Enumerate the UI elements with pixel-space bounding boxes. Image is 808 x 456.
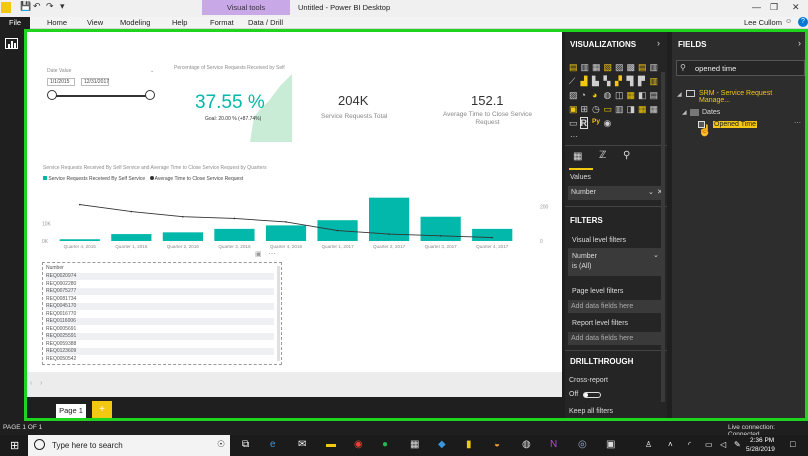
search-icon bbox=[34, 439, 45, 450]
power-bi-icon[interactable]: ▮ bbox=[466, 439, 472, 450]
volume-icon[interactable]: ◁ bbox=[720, 440, 726, 449]
app-icon[interactable]: ◍ bbox=[522, 439, 531, 450]
close-icon[interactable]: ✕ bbox=[792, 2, 800, 13]
dropdown-icon[interactable]: ▾ bbox=[60, 1, 65, 12]
tab-home[interactable]: Home bbox=[47, 17, 67, 29]
battery-icon[interactable]: ▭ bbox=[705, 440, 713, 449]
tab-data-drill[interactable]: Data / Drill bbox=[248, 17, 283, 29]
help-icon[interactable]: ? bbox=[798, 17, 808, 27]
save-icon[interactable]: 💾 bbox=[20, 1, 31, 12]
power-bi-window: 💾 ↶ ↷ ▾ Visual tools Untitled - Power BI… bbox=[0, 0, 808, 456]
app-icon[interactable]: ◎ bbox=[578, 439, 587, 450]
undo-icon[interactable]: ↶ bbox=[33, 1, 41, 12]
edge-icon[interactable]: e bbox=[270, 439, 276, 450]
mail-icon[interactable]: ✉ bbox=[298, 439, 306, 450]
app-logo-icon bbox=[1, 2, 11, 13]
app-icon[interactable]: ▣ bbox=[606, 439, 615, 450]
file-explorer-icon[interactable]: ▬ bbox=[326, 439, 336, 450]
title-bar: 💾 ↶ ↷ ▾ Visual tools Untitled - Power BI… bbox=[0, 0, 808, 17]
clock-date[interactable]: 5/28/2019 bbox=[746, 446, 775, 453]
window-title: Untitled - Power BI Desktop bbox=[298, 3, 391, 12]
user-name[interactable]: Lee Cullom bbox=[744, 18, 782, 27]
tab-view[interactable]: View bbox=[87, 17, 103, 29]
redo-icon[interactable]: ↷ bbox=[46, 1, 54, 12]
people-icon[interactable]: ♙ bbox=[645, 440, 652, 449]
ribbon-tabs: File Home View Modeling Help Format Data… bbox=[0, 17, 808, 29]
notifications-icon[interactable]: □ bbox=[790, 439, 795, 449]
visual-tools-label: Visual tools bbox=[202, 0, 290, 15]
chevron-up-icon[interactable]: ˄ bbox=[668, 440, 673, 449]
report-view-icon[interactable] bbox=[5, 38, 18, 49]
clock-time[interactable]: 2:36 PM bbox=[750, 437, 774, 444]
minimize-icon[interactable]: — bbox=[752, 2, 761, 12]
tab-help[interactable]: Help bbox=[172, 17, 187, 29]
left-nav bbox=[0, 29, 24, 424]
tab-file[interactable]: File bbox=[0, 17, 30, 29]
spotify-icon[interactable]: ● bbox=[382, 439, 388, 450]
tab-modeling[interactable]: Modeling bbox=[120, 17, 150, 29]
app-icon[interactable]: ◆ bbox=[438, 439, 446, 450]
restore-icon[interactable]: ❐ bbox=[770, 2, 778, 13]
taskbar-search-box[interactable]: Type here to search ☉ bbox=[28, 435, 230, 456]
taskbar-search-placeholder: Type here to search bbox=[52, 441, 123, 450]
windows-start-icon[interactable]: ⊞ bbox=[10, 439, 19, 452]
onenote-icon[interactable]: N bbox=[550, 439, 557, 450]
smiley-icon[interactable]: ☺ bbox=[785, 18, 792, 25]
status-bar: PAGE 1 OF 1 Live connection: Connected bbox=[0, 421, 808, 438]
page-count: PAGE 1 OF 1 bbox=[3, 424, 43, 431]
chrome-icon[interactable]: ◉ bbox=[354, 439, 363, 450]
selection-highlight-frame bbox=[24, 29, 808, 421]
pen-icon[interactable]: ✎ bbox=[734, 440, 741, 449]
app-icon[interactable]: ▦ bbox=[410, 439, 419, 450]
task-view-icon[interactable]: ⧉ bbox=[242, 439, 249, 450]
network-icon[interactable]: ◜ bbox=[688, 440, 691, 449]
tab-format[interactable]: Format bbox=[210, 17, 234, 29]
windows-taskbar: ⊞ Type here to search ☉ ⧉ e ✉ ▬ ◉ ● ▦ ◆ ▮ ◒ ◍ N ◎ ▣ ♙ ˄… bbox=[0, 435, 808, 456]
app-icon[interactable]: ◒ bbox=[494, 439, 500, 450]
microphone-icon[interactable]: ☉ bbox=[217, 439, 225, 450]
